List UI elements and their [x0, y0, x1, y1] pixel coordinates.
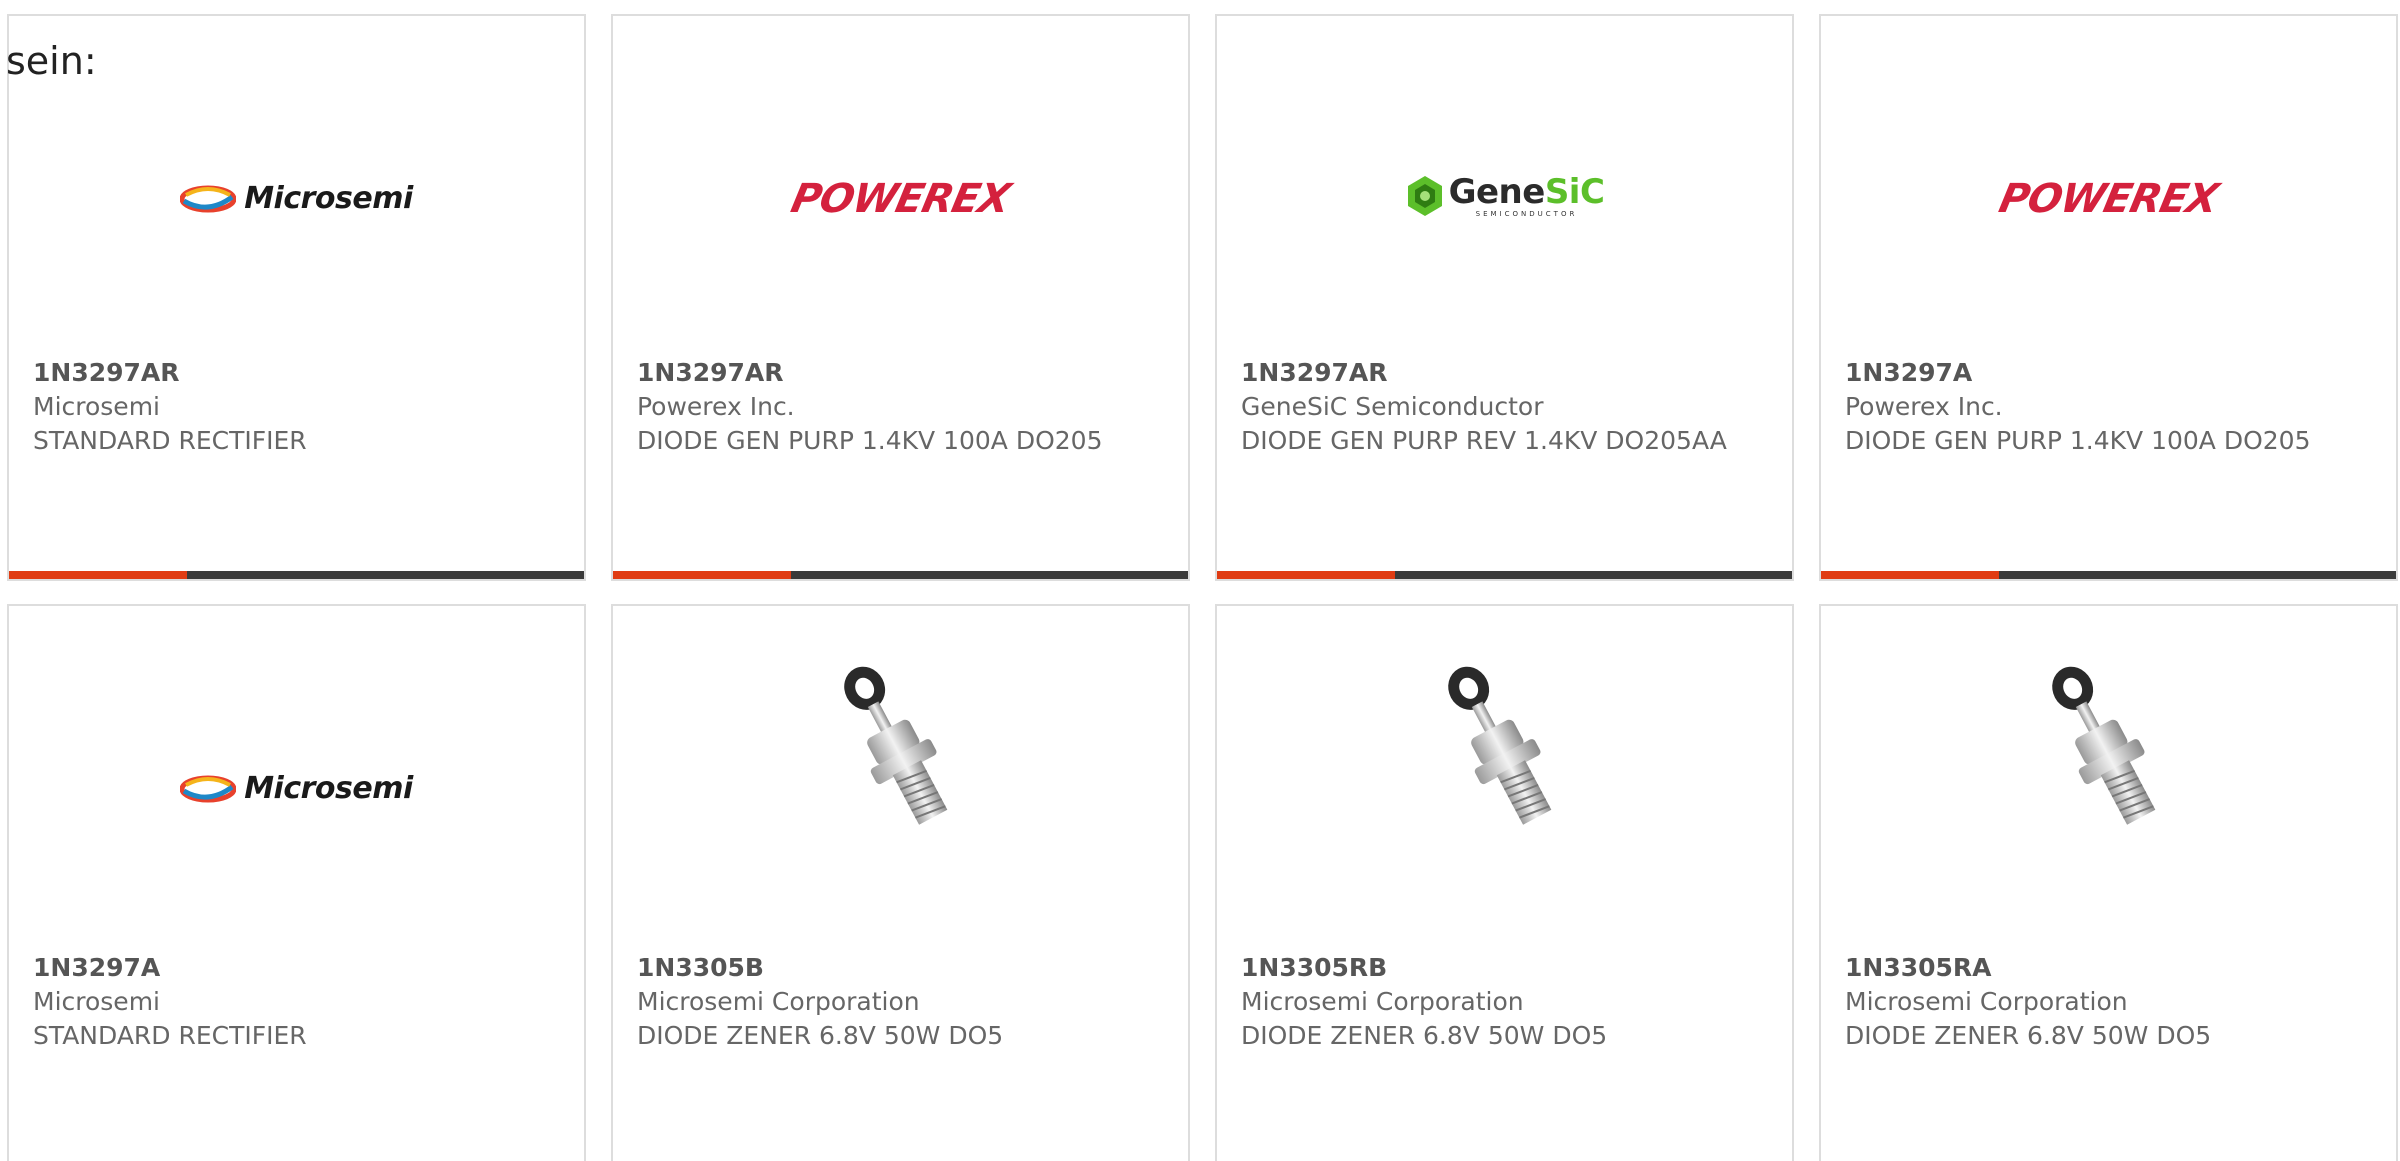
- stud-diode-icon: [1447, 666, 1551, 825]
- description: DIODE GEN PURP 1.4KV 100A DO205: [1845, 426, 2311, 455]
- product-results-page: sein: Microsemi 1N3297AR Microsemi STAND…: [0, 0, 2400, 1161]
- manufacturer: Microsemi: [33, 987, 160, 1016]
- card-progress-bar: [1821, 571, 2396, 579]
- product-grid-row-2: Microsemi 1N3297A Microsemi STANDARD REC…: [7, 604, 2400, 1161]
- description: DIODE ZENER 6.8V 50W DO5: [1241, 1021, 1608, 1050]
- product-image: POWEREX: [613, 116, 1188, 286]
- manufacturer: GeneSiC Semiconductor: [1241, 392, 1544, 421]
- product-info: 1N3297AR Powerex Inc. DIODE GEN PURP 1.4…: [637, 356, 1168, 458]
- microsemi-logo: Microsemi: [180, 181, 413, 216]
- genesic-logo-text: GeneSiC: [1448, 171, 1605, 212]
- progress-fill: [1821, 571, 2000, 579]
- product-card[interactable]: 1N3305B Microsemi Corporation DIODE ZENE…: [611, 604, 1190, 1161]
- microsemi-swirl-icon: [180, 185, 237, 212]
- microsemi-logo-text: Microsemi: [244, 771, 413, 806]
- description: DIODE ZENER 6.8V 50W DO5: [637, 1021, 1004, 1050]
- card-progress-bar: [613, 571, 1188, 579]
- part-number[interactable]: 1N3297AR: [33, 356, 564, 390]
- stud-diode-icon: [2051, 666, 2155, 825]
- part-number[interactable]: 1N3297AR: [637, 356, 1168, 390]
- genesic-hex-icon: [1407, 176, 1442, 216]
- product-image: [1821, 646, 2396, 886]
- product-card[interactable]: POWEREX 1N3297A Powerex Inc. DIODE GEN P…: [1819, 14, 2398, 581]
- product-card[interactable]: Microsemi 1N3297AR Microsemi STANDARD RE…: [7, 14, 586, 581]
- product-info: 1N3305RA Microsemi Corporation DIODE ZEN…: [1845, 951, 2376, 1053]
- product-grid: Microsemi 1N3297AR Microsemi STANDARD RE…: [7, 14, 2400, 581]
- part-number[interactable]: 1N3297AR: [1241, 356, 1772, 390]
- manufacturer: Microsemi Corporation: [1241, 987, 1524, 1016]
- product-image: Microsemi: [9, 116, 584, 286]
- description: STANDARD RECTIFIER: [33, 1021, 307, 1050]
- description: DIODE GEN PURP 1.4KV 100A DO205: [637, 426, 1103, 455]
- part-number[interactable]: 1N3297A: [33, 951, 564, 985]
- stud-diode-icon: [843, 666, 947, 825]
- microsemi-logo: Microsemi: [180, 771, 413, 806]
- part-number[interactable]: 1N3297A: [1845, 356, 2376, 390]
- genesic-logo-subtext: SEMICONDUCTOR: [1475, 209, 1578, 218]
- intro-text: sein:: [6, 39, 97, 83]
- description: DIODE GEN PURP REV 1.4KV DO205AA: [1241, 426, 1727, 455]
- part-number[interactable]: 1N3305RB: [1241, 951, 1772, 985]
- product-info: 1N3297AR Microsemi STANDARD RECTIFIER: [33, 356, 564, 458]
- product-info: 1N3297AR GeneSiC Semiconductor DIODE GEN…: [1241, 356, 1772, 458]
- microsemi-swirl-icon: [180, 775, 237, 802]
- genesic-logo: GeneSiC SEMICONDUCTOR: [1405, 174, 1605, 218]
- product-card[interactable]: 1N3305RB Microsemi Corporation DIODE ZEN…: [1215, 604, 1794, 1161]
- product-card[interactable]: 1N3305RA Microsemi Corporation DIODE ZEN…: [1819, 604, 2398, 1161]
- microsemi-logo-text: Microsemi: [244, 181, 413, 216]
- powerex-logo: POWEREX: [1995, 176, 2222, 222]
- product-info: 1N3305RB Microsemi Corporation DIODE ZEN…: [1241, 951, 1772, 1053]
- part-number[interactable]: 1N3305B: [637, 951, 1168, 985]
- manufacturer: Powerex Inc.: [1845, 392, 2003, 421]
- product-info: 1N3297A Microsemi STANDARD RECTIFIER: [33, 951, 564, 1053]
- product-info: 1N3305B Microsemi Corporation DIODE ZENE…: [637, 951, 1168, 1053]
- powerex-logo: POWEREX: [787, 176, 1014, 222]
- card-progress-bar: [1217, 571, 1792, 579]
- product-image: Microsemi: [9, 646, 584, 886]
- manufacturer: Powerex Inc.: [637, 392, 795, 421]
- product-info: 1N3297A Powerex Inc. DIODE GEN PURP 1.4K…: [1845, 356, 2376, 458]
- product-image: GeneSiC SEMICONDUCTOR: [1217, 116, 1792, 286]
- progress-fill: [9, 571, 188, 579]
- manufacturer: Microsemi Corporation: [637, 987, 920, 1016]
- product-image: [1217, 646, 1792, 886]
- description: DIODE ZENER 6.8V 50W DO5: [1845, 1021, 2212, 1050]
- product-card[interactable]: GeneSiC SEMICONDUCTOR 1N3297AR GeneSiC S…: [1215, 14, 1794, 581]
- description: STANDARD RECTIFIER: [33, 426, 307, 455]
- manufacturer: Microsemi Corporation: [1845, 987, 2128, 1016]
- part-number[interactable]: 1N3305RA: [1845, 951, 2376, 985]
- progress-fill: [613, 571, 792, 579]
- product-image: POWEREX: [1821, 116, 2396, 286]
- product-card[interactable]: POWEREX 1N3297AR Powerex Inc. DIODE GEN …: [611, 14, 1190, 581]
- card-progress-bar: [9, 571, 584, 579]
- progress-fill: [1217, 571, 1396, 579]
- product-image: [613, 646, 1188, 886]
- manufacturer: Microsemi: [33, 392, 160, 421]
- product-card[interactable]: Microsemi 1N3297A Microsemi STANDARD REC…: [7, 604, 586, 1161]
